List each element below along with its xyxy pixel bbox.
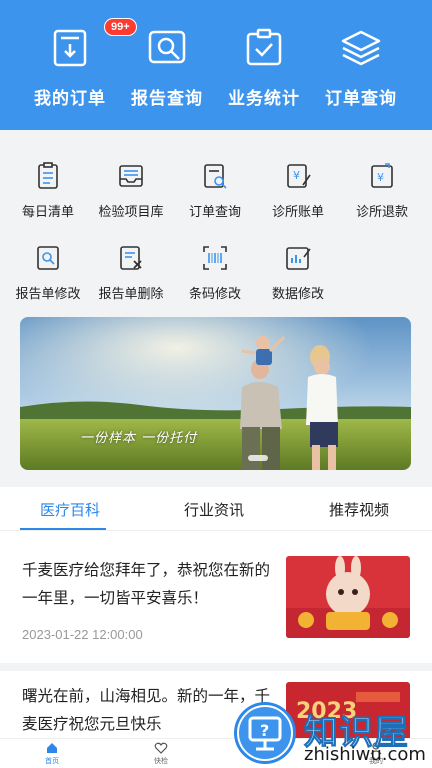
doc-search-icon xyxy=(200,161,230,191)
barcode-edit-button[interactable]: 条码修改 xyxy=(170,243,260,302)
svg-text:?: ? xyxy=(260,721,269,740)
report-delete-icon xyxy=(116,243,146,273)
business-stats-button[interactable]: 业务统计 xyxy=(214,26,314,109)
family-field-photo xyxy=(20,317,411,470)
svg-text:¥: ¥ xyxy=(293,169,300,182)
article-separator xyxy=(0,663,432,671)
nav-quick-check[interactable]: 快检 xyxy=(131,741,191,766)
test-library-button[interactable]: 检验项目库 xyxy=(86,161,176,220)
tab-recommended-videos[interactable]: 推荐视频 xyxy=(329,499,389,520)
test-library-label: 检验项目库 xyxy=(98,204,164,219)
my-orders-button[interactable]: 99+ 我的订单 xyxy=(20,18,137,109)
report-query-button[interactable]: 报告查询 xyxy=(117,26,217,109)
clinic-refund-button[interactable]: ¥ 诊所退款 xyxy=(337,161,427,220)
report-query-label: 报告查询 xyxy=(131,89,203,108)
business-stats-label: 业务统计 xyxy=(228,89,300,108)
daily-list-label: 每日清单 xyxy=(21,204,74,219)
function-grid: 每日清单 检验项目库 订单查询 ¥ 诊所账单 ¥ 诊所退款 报告单修改 报告单删… xyxy=(0,130,432,308)
nav-home-label: 首页 xyxy=(45,758,59,765)
top-header: 99+ 我的订单 报告查询 业务统计 订单查询 xyxy=(0,0,432,130)
feed-tabs: 医疗百科 行业资讯 推荐视频 xyxy=(0,487,432,531)
watermark-url: zhishiwu.com xyxy=(304,744,426,765)
order-search-button[interactable]: 订单查询 xyxy=(170,161,260,220)
yen-bill-icon: ¥ xyxy=(283,161,313,191)
layers-icon xyxy=(339,26,383,70)
clinic-refund-label: 诊所退款 xyxy=(355,204,408,219)
list-icon xyxy=(33,161,63,191)
tab-industry-news[interactable]: 行业资讯 xyxy=(184,499,244,520)
question-monitor-icon: ? xyxy=(234,702,296,764)
article-thumbnail xyxy=(286,556,410,638)
report-delete-button[interactable]: 报告单删除 xyxy=(86,243,176,302)
report-edit-button[interactable]: 报告单修改 xyxy=(3,243,93,302)
carousel-indicator xyxy=(248,455,268,461)
order-search-label: 订单查询 xyxy=(188,204,241,219)
order-query-button[interactable]: 订单查询 xyxy=(311,26,411,109)
heart-icon xyxy=(154,741,168,755)
order-query-label: 订单查询 xyxy=(325,89,397,108)
clipboard-icon: 99+ xyxy=(48,18,137,70)
svg-text:¥: ¥ xyxy=(377,171,384,184)
nav-home[interactable]: 首页 xyxy=(22,741,82,766)
article-title: 千麦医疗给您拜年了，恭祝您在新的一年里，一切皆平安喜乐！ xyxy=(22,562,271,607)
article-date: 2023-01-22 12:00:00 xyxy=(22,627,143,642)
banner-caption: 一份样本 一份托付 xyxy=(80,431,198,446)
inbox-icon xyxy=(116,161,146,191)
data-edit-button[interactable]: 数据修改 xyxy=(253,243,343,302)
search-report-icon xyxy=(145,26,189,70)
barcode-icon xyxy=(200,243,230,273)
refund-icon: ¥ xyxy=(367,161,397,191)
daily-list-button[interactable]: 每日清单 xyxy=(3,161,93,220)
report-edit-label: 报告单修改 xyxy=(15,286,81,301)
report-edit-icon xyxy=(33,243,63,273)
nav-quick-check-label: 快检 xyxy=(154,758,168,765)
article-item[interactable]: 千麦医疗给您拜年了，恭祝您在新的一年里，一切皆平安喜乐！ 2023-01-22 … xyxy=(0,531,432,663)
chart-edit-icon xyxy=(283,243,313,273)
data-edit-label: 数据修改 xyxy=(271,286,324,301)
barcode-edit-label: 条码修改 xyxy=(188,286,241,301)
clinic-bill-label: 诊所账单 xyxy=(271,204,324,219)
tab-medical-encyclopedia[interactable]: 医疗百科 xyxy=(40,499,100,520)
my-orders-label: 我的订单 xyxy=(34,89,106,108)
checklist-icon xyxy=(242,26,286,70)
home-icon xyxy=(45,741,59,755)
site-watermark: ? 知识屋 zhishiwu.com xyxy=(232,700,432,768)
active-tab-indicator xyxy=(20,528,106,530)
promo-banner[interactable]: 一份样本 一份托付 xyxy=(20,317,411,470)
report-delete-label: 报告单删除 xyxy=(98,286,164,301)
clinic-bill-button[interactable]: ¥ 诊所账单 xyxy=(253,161,343,220)
